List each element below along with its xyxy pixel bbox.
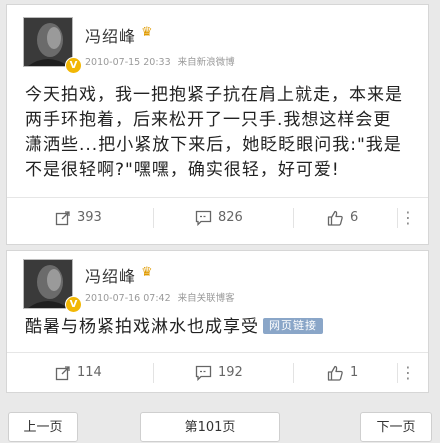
divider (153, 208, 154, 228)
avatar[interactable] (23, 17, 73, 67)
comment-icon (195, 365, 212, 381)
post-source[interactable]: 来自新浪微博 (178, 57, 235, 68)
repost-count: 393 (77, 210, 102, 225)
repost-button[interactable]: 114 (55, 353, 102, 393)
repost-count: 114 (77, 365, 102, 380)
like-count: 1 (350, 365, 359, 380)
verified-badge-icon: V (65, 57, 82, 74)
author-name[interactable]: 冯绍峰 (85, 23, 136, 47)
divider (293, 363, 294, 383)
post-source[interactable]: 来自关联博客 (178, 293, 235, 304)
like-button[interactable]: 6 (327, 198, 358, 238)
more-options-icon[interactable]: ⋮ (400, 353, 416, 393)
weibo-post-card: V 冯绍峰 ♛ 2010-07-16 07:42 来自关联博客 酷暑与杨紧拍戏淋… (6, 250, 429, 393)
weibo-post-card: V 冯绍峰 ♛ 2010-07-15 20:33 来自新浪微博 今天拍戏，我一把… (6, 4, 429, 245)
more-options-icon[interactable]: ⋮ (400, 198, 416, 238)
like-count: 6 (350, 210, 359, 225)
divider (397, 208, 398, 228)
post-text: 酷暑与杨紧拍戏淋水也成享受 网页链接 (25, 315, 414, 340)
crown-icon: ♛ (141, 25, 153, 40)
post-text: 今天拍戏，我一把抱紧子抗在肩上就走，本来是 两手环抱着，后来松开了一只手.我想这… (25, 83, 414, 183)
post-text-line: 酷暑与杨紧拍戏淋水也成享受 (25, 317, 259, 337)
action-bar: 114 192 1 ⋮ (7, 352, 428, 393)
thumbs-up-icon (327, 210, 344, 226)
comment-button[interactable]: 192 (195, 353, 243, 393)
post-text-line: 今天拍戏，我一把抱紧子抗在肩上就走，本来是 (25, 85, 403, 105)
repost-icon (55, 365, 71, 381)
divider (153, 363, 154, 383)
page-select[interactable]: 第101页 (140, 412, 280, 442)
post-timestamp[interactable]: 2010-07-15 20:33 (85, 57, 171, 68)
crown-icon: ♛ (141, 265, 153, 280)
post-meta: 2010-07-16 07:42 来自关联博客 (85, 290, 239, 304)
thumbs-up-icon (327, 365, 344, 381)
comment-count: 826 (218, 210, 243, 225)
post-meta: 2010-07-15 20:33 来自新浪微博 (85, 54, 239, 68)
comment-count: 192 (218, 365, 243, 380)
like-button[interactable]: 1 (327, 353, 358, 393)
post-timestamp[interactable]: 2010-07-16 07:42 (85, 293, 171, 304)
next-page-button[interactable]: 下一页 (360, 412, 432, 442)
repost-icon (55, 210, 71, 226)
author-name[interactable]: 冯绍峰 (85, 263, 136, 287)
action-bar: 393 826 6 ⋮ (7, 197, 428, 238)
divider (293, 208, 294, 228)
prev-page-button[interactable]: 上一页 (8, 412, 78, 442)
post-text-line: 潇洒些...把小紧放下来后，她眨眨眼问我:"我是 (25, 135, 402, 155)
post-text-line: 两手环抱着，后来松开了一只手.我想这样会更 (25, 110, 392, 130)
repost-button[interactable]: 393 (55, 198, 102, 238)
web-link-tag[interactable]: 网页链接 (263, 318, 323, 334)
comment-icon (195, 210, 212, 226)
post-text-line: 不是很轻啊?"嘿嘿，确实很轻，好可爱! (25, 160, 340, 180)
divider (397, 363, 398, 383)
comment-button[interactable]: 826 (195, 198, 243, 238)
verified-badge-icon: V (65, 296, 82, 313)
